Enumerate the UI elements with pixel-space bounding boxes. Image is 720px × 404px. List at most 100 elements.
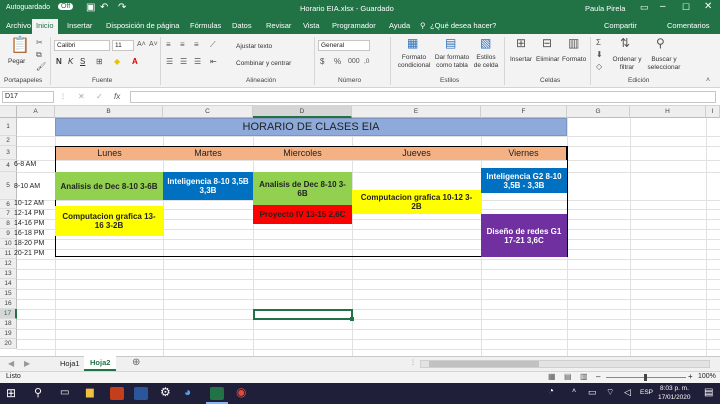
row-header[interactable]: 2 <box>0 136 17 146</box>
underline-button[interactable]: S <box>80 58 85 66</box>
tab-formulas[interactable]: Fórmulas <box>190 21 221 30</box>
battery-icon[interactable]: ▭ <box>588 387 597 398</box>
time-label[interactable]: 6-8 AM <box>14 161 36 168</box>
zoom-out-icon[interactable]: – <box>596 372 600 381</box>
merge-center-button[interactable]: Combinar y centrar <box>236 60 291 68</box>
indent-icon[interactable]: ⇤ <box>210 57 217 67</box>
maximize-icon[interactable]: ☐ <box>682 2 690 13</box>
row-header[interactable]: 1 <box>0 118 17 136</box>
cell-styles-button[interactable]: Estilos de celda <box>472 54 500 69</box>
previous-sheet-icon[interactable]: ◀ <box>8 359 14 368</box>
wrap-text-button[interactable]: Ajustar texto <box>236 43 272 51</box>
file-explorer-icon[interactable]: ▆ <box>86 387 94 398</box>
time-label[interactable]: 10-12 AM <box>14 200 44 207</box>
copy-icon[interactable]: ⧉ <box>36 50 42 60</box>
scrollbar-thumb[interactable] <box>429 361 539 367</box>
close-icon[interactable]: ✕ <box>704 1 712 12</box>
row-header[interactable]: 16 <box>0 299 17 309</box>
class-lunes-analisis[interactable]: Analisis de Dec 8-10 3-6B <box>55 172 163 200</box>
row-header[interactable]: 18 <box>0 319 17 329</box>
tell-me-search[interactable]: ¿Qué desea hacer? <box>430 21 496 30</box>
row-header[interactable]: 14 <box>0 279 17 289</box>
format-painter-icon[interactable]: 🖌 <box>36 62 46 72</box>
time-label[interactable]: 14-16 PM <box>14 220 44 227</box>
comma-style-icon[interactable]: 000 <box>348 57 360 67</box>
cancel-icon[interactable]: ✕ <box>78 92 85 102</box>
windows-start-icon[interactable]: ⊞ <box>6 386 16 400</box>
settings-icon[interactable]: ⚙ <box>160 385 171 399</box>
column-header-a[interactable]: A <box>17 106 55 118</box>
align-center-icon[interactable]: ☰ <box>180 57 187 67</box>
font-name-select[interactable]: Calibri <box>54 40 110 51</box>
autosum-icon[interactable]: Σ <box>596 38 601 48</box>
delete-cells-button[interactable]: Eliminar <box>536 56 559 64</box>
class-miercoles-proyecto[interactable]: Proyecto IV 13-15 2,6C <box>253 205 352 224</box>
undo-icon[interactable]: ↶ <box>100 2 108 13</box>
volume-icon[interactable]: ◁ <box>624 387 631 398</box>
clear-icon[interactable]: ◇ <box>596 62 602 72</box>
zoom-slider-thumb[interactable] <box>644 374 647 381</box>
collapse-ribbon-icon[interactable]: ˄ <box>706 76 710 86</box>
delete-cells-icon[interactable]: ⊟ <box>542 37 552 49</box>
font-color-icon[interactable]: A <box>132 57 138 67</box>
enter-icon[interactable]: ✓ <box>96 92 103 102</box>
autosave-toggle[interactable]: Off <box>58 3 74 10</box>
day-header-lunes[interactable]: Lunes <box>55 146 163 160</box>
class-viernes-inteligencia[interactable]: Inteligencia G2 8-10 3,5B - 3,3B <box>481 168 567 193</box>
tab-disposicion[interactable]: Disposición de página <box>106 21 179 30</box>
number-format-select[interactable]: General <box>318 40 370 51</box>
fill-handle[interactable] <box>350 317 354 321</box>
conditional-format-icon[interactable]: ▦ <box>407 37 418 49</box>
row-header[interactable]: 17 <box>0 309 17 319</box>
orientation-icon[interactable]: ⟋ <box>210 40 216 50</box>
redo-icon[interactable]: ↷ <box>118 2 126 13</box>
decimal-icon[interactable]: ,0 <box>364 57 369 67</box>
excel-icon[interactable] <box>210 387 224 400</box>
page-break-icon[interactable]: ▥ <box>580 372 588 381</box>
class-martes-inteligencia[interactable]: Inteligencia 8-10 3,5B 3,3B <box>163 172 253 200</box>
word-icon[interactable] <box>134 387 148 400</box>
zoom-level[interactable]: 100% <box>698 373 716 380</box>
name-box[interactable]: D17 <box>2 91 54 103</box>
schedule-title[interactable]: HORARIO DE CLASES EIA <box>55 118 567 136</box>
share-button[interactable]: Compartir <box>604 21 637 30</box>
tab-insertar[interactable]: Insertar <box>67 21 92 30</box>
column-header-f[interactable]: F <box>481 106 567 118</box>
day-header-martes[interactable]: Martes <box>163 146 253 160</box>
align-right-icon[interactable]: ☰ <box>194 57 201 67</box>
tab-revisar[interactable]: Revisar <box>266 21 291 30</box>
task-view-icon[interactable]: ▭ <box>60 387 69 398</box>
row-header[interactable]: 12 <box>0 259 17 269</box>
row-header[interactable]: 3 <box>0 146 17 160</box>
align-middle-icon[interactable]: ≡ <box>180 40 185 50</box>
language-indicator[interactable]: ESP <box>640 389 653 396</box>
format-cells-icon[interactable]: ▥ <box>568 37 579 49</box>
tab-split-handle[interactable]: ⋮ <box>410 359 416 366</box>
fill-icon[interactable]: ⬇ <box>596 50 603 60</box>
edge-icon[interactable]: ◕ <box>184 385 191 399</box>
italic-button[interactable]: K <box>68 58 73 66</box>
time-label[interactable]: 16-18 PM <box>14 230 44 237</box>
tray-up-icon[interactable]: ˄ <box>572 388 576 395</box>
insert-cells-icon[interactable]: ⊞ <box>516 37 526 49</box>
minimize-icon[interactable]: – <box>660 1 666 12</box>
column-header-d[interactable]: D <box>253 106 352 118</box>
wifi-icon[interactable]: ⌔ <box>606 387 614 398</box>
page-layout-icon[interactable]: ▤ <box>564 372 572 381</box>
notifications-icon[interactable]: ▤ <box>704 387 713 398</box>
row-header[interactable]: 20 <box>0 339 17 349</box>
tab-vista[interactable]: Vista <box>303 21 320 30</box>
day-header-jueves[interactable]: Jueves <box>352 146 481 160</box>
sheet-tab-hoja2[interactable]: Hoja2 <box>84 356 117 371</box>
column-header-i[interactable]: I <box>706 106 720 118</box>
borders-icon[interactable]: ⊞ <box>96 57 103 67</box>
sheet-tab-hoja1[interactable]: Hoja1 <box>54 357 87 371</box>
horizontal-scrollbar[interactable] <box>420 360 710 368</box>
column-header-b[interactable]: B <box>55 106 163 118</box>
save-icon[interactable]: ▣ <box>86 2 95 13</box>
tab-archivo[interactable]: Archivo <box>6 21 31 30</box>
time-label[interactable]: 8-10 AM <box>14 183 40 190</box>
class-jueves-computacion[interactable]: Computacion grafica 10-12 3-2B <box>352 190 481 214</box>
chrome-icon[interactable]: ◉ <box>236 385 246 399</box>
insert-function-icon[interactable]: fx <box>114 92 120 102</box>
